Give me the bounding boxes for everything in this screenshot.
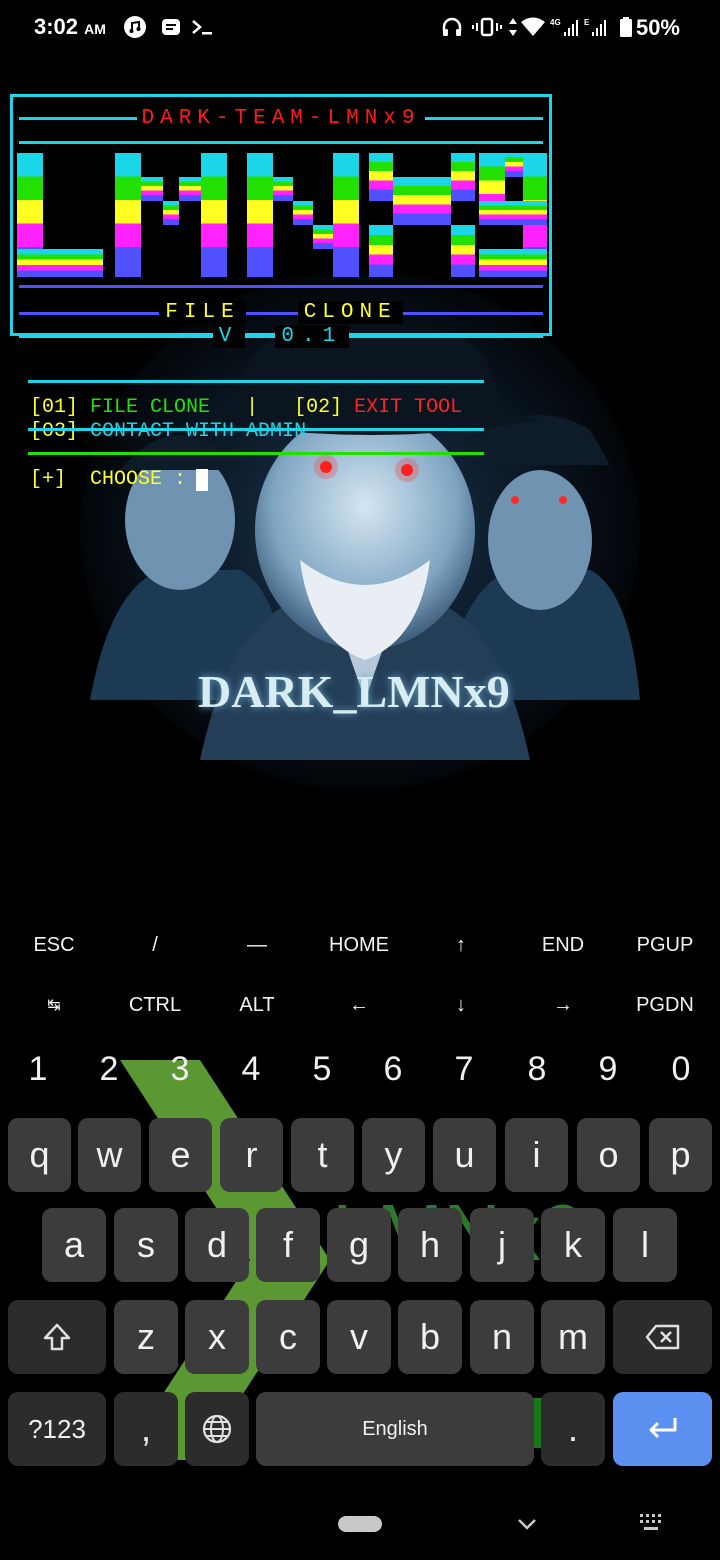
headphones-icon xyxy=(440,14,464,40)
key-y[interactable]: y xyxy=(362,1118,425,1192)
menu-rule xyxy=(28,452,484,455)
battery-percent: 50% xyxy=(635,15,680,40)
notes-icon xyxy=(158,14,184,40)
key-t[interactable]: t xyxy=(291,1118,354,1192)
extra-key-ctrl[interactable]: CTRL xyxy=(104,985,206,1025)
key-p[interactable]: p xyxy=(649,1118,712,1192)
menu-option-contact-admin: CONTACT WITH ADMIN xyxy=(90,420,307,443)
data-arrows-icon xyxy=(506,14,520,40)
key-x[interactable]: x xyxy=(185,1300,249,1374)
shift-key[interactable] xyxy=(8,1300,106,1374)
period-key[interactable]: . xyxy=(541,1392,605,1466)
banner-logo xyxy=(17,153,547,277)
backspace-icon xyxy=(645,1324,679,1350)
banner-rule xyxy=(19,141,543,144)
vibrate-icon xyxy=(472,14,502,40)
key-4[interactable]: 4 xyxy=(221,1050,281,1094)
key-m[interactable]: m xyxy=(541,1300,605,1374)
key-n[interactable]: n xyxy=(470,1300,534,1374)
key-7[interactable]: 7 xyxy=(434,1050,494,1094)
shift-icon xyxy=(43,1323,71,1351)
extra-key-home[interactable]: HOME xyxy=(308,925,410,965)
key-s[interactable]: s xyxy=(114,1208,178,1282)
key-2[interactable]: 2 xyxy=(79,1050,139,1094)
extra-key-right[interactable]: → xyxy=(512,985,614,1025)
extra-key-end[interactable]: END xyxy=(512,925,614,965)
home-pill[interactable] xyxy=(338,1516,382,1532)
key-w[interactable]: w xyxy=(78,1118,141,1192)
extra-key-pgup[interactable]: PGUP xyxy=(614,925,716,965)
clock: 3:02 AM xyxy=(34,14,106,39)
key-0[interactable]: 0 xyxy=(651,1050,711,1094)
extra-key-alt[interactable]: ALT xyxy=(206,985,308,1025)
wifi-icon xyxy=(520,14,546,40)
key-a[interactable]: a xyxy=(42,1208,106,1282)
key-h[interactable]: h xyxy=(398,1208,462,1282)
key-5[interactable]: 5 xyxy=(292,1050,352,1094)
hide-keyboard-icon[interactable] xyxy=(516,1516,538,1532)
key-d[interactable]: d xyxy=(185,1208,249,1282)
art-caption: DARK_LMNx9 xyxy=(198,666,510,717)
menu-option-exit-tool: EXIT TOOL xyxy=(354,396,463,419)
language-key[interactable] xyxy=(185,1392,249,1466)
key-q[interactable]: q xyxy=(8,1118,71,1192)
key-u[interactable]: u xyxy=(433,1118,496,1192)
banner-version: V 0.1 xyxy=(13,325,549,348)
battery-icon xyxy=(616,14,636,40)
extra-key-pgdn[interactable]: PGDN xyxy=(614,985,716,1025)
choose-prompt[interactable]: [+] CHOOSE : xyxy=(30,468,186,491)
comma-key[interactable]: , xyxy=(114,1392,178,1466)
music-icon xyxy=(122,14,148,40)
banner-rule xyxy=(19,285,543,288)
svg-text:E: E xyxy=(584,18,590,27)
key-1[interactable]: 1 xyxy=(8,1050,68,1094)
space-bar[interactable]: English xyxy=(256,1392,534,1466)
menu-line-2: [03] CONTACT WITH ADMIN xyxy=(30,420,307,443)
banner-title: DARK-TEAM-LMNx9 xyxy=(13,107,549,130)
keyboard-switch-icon[interactable] xyxy=(638,1512,666,1534)
key-b[interactable]: b xyxy=(398,1300,462,1374)
extra-key-down[interactable]: ↓ xyxy=(410,985,512,1025)
key-r[interactable]: r xyxy=(220,1118,283,1192)
terminal-cursor xyxy=(196,469,208,491)
extra-key-dash[interactable]: — xyxy=(206,925,308,965)
backspace-key[interactable] xyxy=(613,1300,712,1374)
key-6[interactable]: 6 xyxy=(363,1050,423,1094)
extra-key-left[interactable]: ← xyxy=(308,985,410,1025)
key-e[interactable]: e xyxy=(149,1118,212,1192)
menu-rule xyxy=(28,428,484,431)
tool-banner: DARK-TEAM-LMNx9 FILE CLONE V 0.1 xyxy=(10,94,552,348)
key-3[interactable]: 3 xyxy=(150,1050,210,1094)
signal-e-icon: E xyxy=(584,14,612,40)
extra-key-esc[interactable]: ESC xyxy=(4,925,104,965)
terminal-icon xyxy=(190,14,216,40)
status-bar: 3:02 AM 4G E 50% xyxy=(0,0,720,56)
enter-key[interactable] xyxy=(613,1392,712,1466)
key-8[interactable]: 8 xyxy=(507,1050,567,1094)
key-l[interactable]: l xyxy=(613,1208,677,1282)
navigation-bar xyxy=(0,1490,720,1560)
enter-icon xyxy=(649,1418,676,1439)
key-g[interactable]: g xyxy=(327,1208,391,1282)
extra-key-up[interactable]: ↑ xyxy=(410,925,512,965)
menu-line-1: [01] FILE CLONE | [02] EXIT TOOL xyxy=(30,396,463,419)
key-f[interactable]: f xyxy=(256,1208,320,1282)
key-z[interactable]: z xyxy=(114,1300,178,1374)
signal-4g-icon: 4G xyxy=(550,14,582,40)
key-v[interactable]: v xyxy=(327,1300,391,1374)
globe-icon xyxy=(202,1414,232,1444)
banner-subtitle: FILE CLONE xyxy=(13,301,549,324)
key-o[interactable]: o xyxy=(577,1118,640,1192)
svg-text:4G: 4G xyxy=(550,18,561,27)
symbols-key[interactable]: ?123 xyxy=(8,1392,106,1466)
menu-rule xyxy=(28,380,484,383)
extra-key-slash[interactable]: / xyxy=(104,925,206,965)
key-k[interactable]: k xyxy=(541,1208,605,1282)
menu-option-file-clone: FILE CLONE xyxy=(90,396,211,419)
key-9[interactable]: 9 xyxy=(578,1050,638,1094)
extra-key-tab[interactable]: ↹ xyxy=(4,985,104,1025)
key-i[interactable]: i xyxy=(505,1118,568,1192)
key-c[interactable]: c xyxy=(256,1300,320,1374)
key-j[interactable]: j xyxy=(470,1208,534,1282)
